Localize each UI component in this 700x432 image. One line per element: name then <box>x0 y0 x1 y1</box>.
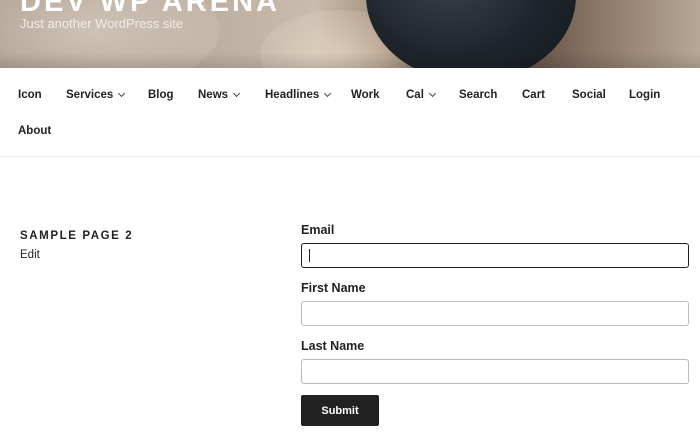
email-field[interactable] <box>301 243 689 268</box>
site-tagline: Just another WordPress site <box>20 16 184 31</box>
chevron-down-icon <box>324 89 332 98</box>
nav-item-search[interactable]: Search <box>459 88 497 102</box>
text-cursor <box>309 249 310 262</box>
email-label: Email <box>301 223 335 237</box>
nav-item-headlines[interactable]: Headlines <box>265 88 332 102</box>
header-banner: DEV WP ARENA Just another WordPress site <box>0 0 700 68</box>
site-title[interactable]: DEV WP ARENA <box>20 0 280 17</box>
last-name-label: Last Name <box>301 339 365 353</box>
first-name-field[interactable] <box>301 301 689 326</box>
first-name-label: First Name <box>301 281 366 295</box>
chevron-down-icon <box>118 89 126 98</box>
nav-item-label: Social <box>572 89 606 101</box>
nav-item-label: Work <box>351 89 380 101</box>
nav-item-label: News <box>198 89 229 101</box>
nav-item-icon[interactable]: Icon <box>18 88 42 102</box>
chevron-down-icon <box>233 89 241 98</box>
nav-item-label: Cart <box>522 89 546 101</box>
nav-item-login[interactable]: Login <box>629 88 660 102</box>
submit-button[interactable]: Submit <box>301 395 379 426</box>
nav-item-blog[interactable]: Blog <box>148 88 174 102</box>
nav-item-about[interactable]: About <box>18 124 51 138</box>
nav-item-cal[interactable]: Cal <box>406 88 436 102</box>
chevron-down-icon <box>428 89 436 98</box>
nav-item-services[interactable]: Services <box>66 88 126 102</box>
nav-item-work[interactable]: Work <box>351 88 380 102</box>
edit-link[interactable]: Edit <box>20 249 40 261</box>
nav-item-news[interactable]: News <box>198 88 241 102</box>
nav-item-label: Cal <box>406 89 424 101</box>
page-title: SAMPLE PAGE 2 <box>20 230 134 242</box>
nav-item-label: Services <box>66 89 114 101</box>
nav-item-label: Headlines <box>265 89 320 101</box>
nav-item-social[interactable]: Social <box>572 88 606 102</box>
banner-shadow <box>0 52 700 68</box>
nav-item-label: Blog <box>148 89 174 101</box>
nav-item-label: Login <box>629 89 661 101</box>
nav-item-cart[interactable]: Cart <box>522 88 545 102</box>
main-navigation: Icon Services Blog News Headlines Work C… <box>0 68 700 157</box>
nav-item-label: Search <box>459 89 498 101</box>
last-name-field[interactable] <box>301 359 689 384</box>
nav-item-label: Icon <box>18 89 42 101</box>
nav-item-label: About <box>18 125 52 137</box>
